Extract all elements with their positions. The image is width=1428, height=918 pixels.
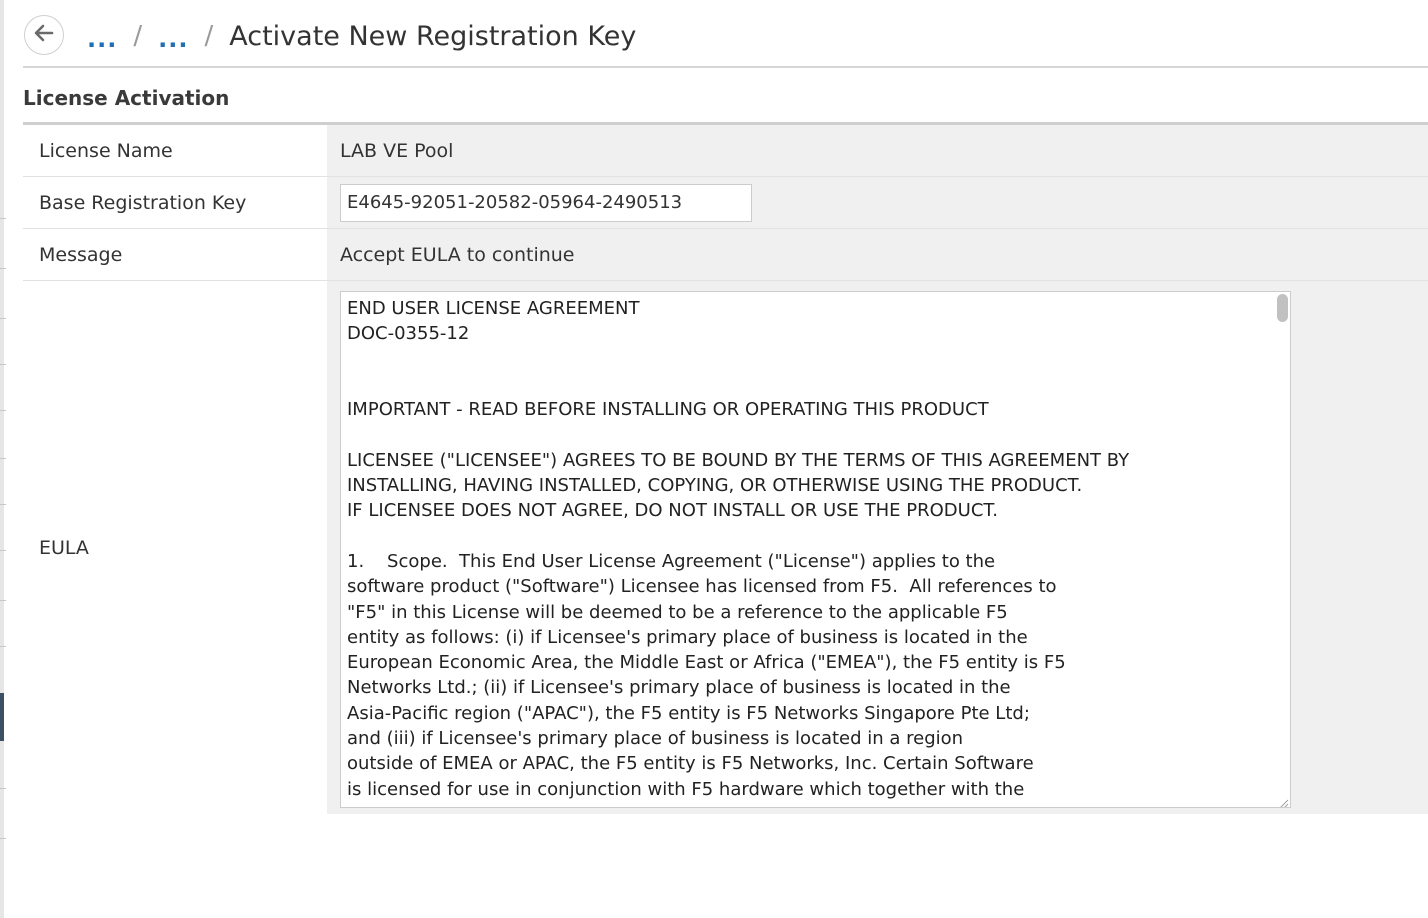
left-nav-tick — [0, 318, 6, 319]
left-nav-tick — [0, 268, 6, 269]
left-nav-tick — [0, 646, 6, 647]
resize-handle-icon[interactable] — [1276, 793, 1289, 807]
left-nav-active-marker — [0, 693, 4, 741]
base-registration-key-input[interactable] — [340, 183, 752, 222]
license-activation-form: License Name LAB VE Pool Base Registrati… — [23, 125, 1428, 814]
left-nav-tick — [0, 410, 6, 411]
left-nav-tick — [0, 458, 6, 459]
breadcrumb-separator: / — [204, 21, 214, 51]
eula-row: EULA END USER LICENSE AGREEMENT DOC-0355… — [23, 281, 1428, 814]
base-registration-key-label: Base Registration Key — [23, 177, 327, 228]
eula-textarea[interactable]: END USER LICENSE AGREEMENT DOC-0355-12 I… — [340, 291, 1291, 808]
eula-cell: END USER LICENSE AGREEMENT DOC-0355-12 I… — [327, 281, 1428, 814]
left-nav-tick — [0, 550, 6, 551]
left-nav-tick — [0, 788, 6, 789]
breadcrumb-separator: / — [133, 21, 143, 51]
left-nav-tick — [0, 364, 6, 365]
message-row: Message Accept EULA to continue — [23, 229, 1428, 281]
arrow-left-icon — [32, 21, 56, 49]
back-button[interactable] — [24, 15, 64, 55]
eula-text: END USER LICENSE AGREEMENT DOC-0355-12 I… — [347, 298, 1130, 800]
license-name-row: License Name LAB VE Pool — [23, 125, 1428, 177]
base-registration-key-row: Base Registration Key — [23, 177, 1428, 229]
section-title: License Activation — [23, 86, 230, 110]
base-registration-key-cell — [327, 177, 1428, 228]
left-nav-tick — [0, 838, 6, 839]
breadcrumb-link-1[interactable]: ... — [87, 19, 117, 53]
message-value: Accept EULA to continue — [327, 229, 1428, 280]
left-nav-tick — [0, 600, 6, 601]
left-nav-edge — [0, 0, 4, 918]
page-header: ... / ... / Activate New Registration Ke… — [23, 0, 1428, 68]
eula-label: EULA — [23, 281, 327, 814]
message-label: Message — [23, 229, 327, 280]
breadcrumb-link-2[interactable]: ... — [158, 19, 188, 53]
left-nav-tick — [0, 218, 6, 219]
eula-scrollbar-thumb[interactable] — [1277, 294, 1288, 322]
license-name-value: LAB VE Pool — [327, 125, 1428, 176]
left-nav-tick — [0, 504, 6, 505]
license-name-label: License Name — [23, 125, 327, 176]
page-title: Activate New Registration Key — [229, 20, 637, 52]
breadcrumb: ... / ... / Activate New Registration Ke… — [87, 16, 636, 56]
